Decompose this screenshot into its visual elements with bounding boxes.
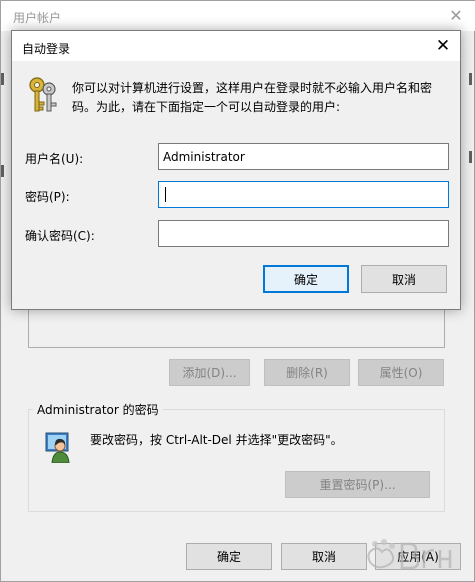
keys-icon xyxy=(29,77,57,112)
password-group-title: Administrator 的密码 xyxy=(33,401,163,418)
username-field[interactable]: Administrator xyxy=(158,143,449,170)
edge-fragment xyxy=(1,73,4,85)
ok-button[interactable]: 确定 xyxy=(186,543,272,570)
close-icon[interactable]: ✕ xyxy=(426,32,460,60)
user-key-icon xyxy=(45,432,70,463)
username-value: Administrator xyxy=(163,149,245,164)
reset-password-button[interactable]: 重置密码(P)... xyxy=(285,471,430,498)
password-field[interactable] xyxy=(158,181,449,208)
dialog-title: 自动登录 xyxy=(22,42,71,56)
properties-button[interactable]: 属性(O) xyxy=(358,359,444,386)
password-label: 密码(P): xyxy=(25,190,70,204)
dialog-ok-button[interactable]: 确定 xyxy=(263,265,349,293)
remove-user-button[interactable]: 删除(R) xyxy=(264,359,350,386)
edge-fragment xyxy=(469,73,472,85)
dialog-cancel-button[interactable]: 取消 xyxy=(361,265,447,293)
text-caret xyxy=(165,187,166,202)
watermark-logo xyxy=(367,539,452,570)
edge-fragment xyxy=(1,165,4,177)
username-label: 用户名(U): xyxy=(25,152,84,166)
auto-login-titlebar: 自动登录 ✕ xyxy=(12,31,460,61)
user-accounts-title: 用户帐户 xyxy=(13,11,62,25)
password-change-hint: 要改密码，按 Ctrl-Alt-Del 并选择"更改密码"。 xyxy=(90,433,343,447)
user-accounts-titlebar: 用户帐户 ✕ xyxy=(1,1,475,31)
edge-fragment xyxy=(469,151,472,163)
confirm-password-label: 确认密码(C): xyxy=(25,229,95,243)
cancel-button[interactable]: 取消 xyxy=(281,543,367,570)
add-user-button[interactable]: 添加(D)... xyxy=(169,359,250,386)
close-icon[interactable]: ✕ xyxy=(439,3,473,29)
confirm-password-field[interactable] xyxy=(158,220,449,247)
auto-login-dialog: 自动登录 ✕ 你可以对计算机进行设置，这样用户在登录时就不必输入用户名和密码。为… xyxy=(11,30,461,310)
dialog-description: 你可以对计算机进行设置，这样用户在登录时就不必输入用户名和密码。为此，请在下面指… xyxy=(72,81,433,114)
